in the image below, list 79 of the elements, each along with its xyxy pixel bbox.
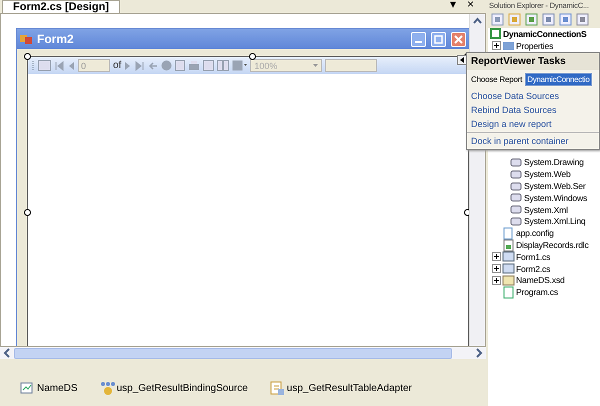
config-file-icon: [502, 226, 515, 240]
tree-item[interactable]: DynamicConnectionS: [503, 28, 586, 39]
print-layout-icon: [203, 60, 214, 71]
component-label[interactable]: usp_GetResultBindingSource: [116, 383, 248, 394]
close-button[interactable]: [451, 32, 466, 46]
find-field[interactable]: [325, 59, 378, 72]
smart-tag-button[interactable]: [457, 55, 467, 65]
task-link[interactable]: Design a new report: [467, 117, 599, 131]
maximize-button[interactable]: [431, 32, 446, 46]
tree-item[interactable]: Program.cs: [516, 287, 558, 298]
tree-item[interactable]: System.Drawing: [524, 157, 584, 168]
tree-item[interactable]: System.Xml.Linq: [524, 216, 586, 226]
grip-icon: [32, 60, 35, 72]
resize-handle[interactable]: [24, 209, 31, 216]
tree-item[interactable]: System.Windows: [524, 192, 588, 203]
document-tab[interactable]: Form2.cs [Design]: [2, 0, 120, 13]
reference-icon: [510, 214, 523, 228]
back-icon: [148, 60, 158, 70]
dataset-icon: [20, 381, 35, 396]
tree-item[interactable]: System.Web.Ser: [524, 181, 586, 192]
project-icon: [489, 27, 502, 40]
component-label[interactable]: NameDS: [37, 383, 78, 394]
printer-icon: [188, 60, 200, 71]
tree-item[interactable]: Properties: [516, 40, 554, 51]
previous-page-icon: [67, 60, 75, 70]
reference-icon: [510, 168, 523, 181]
of-label: of: [113, 60, 122, 71]
stop-icon: [161, 60, 172, 71]
resize-handle[interactable]: [249, 53, 256, 60]
reference-icon: [510, 203, 523, 216]
tree-item[interactable]: NameDS.xsd: [516, 275, 565, 286]
minimize-icon: [415, 41, 422, 43]
tab-menu-button[interactable]: ▾: [450, 0, 456, 11]
save-icon: [232, 60, 248, 71]
form-file-icon: [502, 250, 515, 264]
folder-icon: [502, 39, 515, 52]
table-adapter-icon: [270, 381, 285, 396]
task-link[interactable]: Dock in parent container: [467, 132, 599, 149]
report-dropdown[interactable]: DynamicConnectio: [525, 73, 592, 86]
scroll-thumb[interactable]: [14, 348, 452, 358]
minimize-button[interactable]: [411, 32, 426, 46]
field-label: Choose Report: [471, 75, 522, 84]
tree-item[interactable]: System.Xml: [524, 204, 568, 215]
form-file-icon: [502, 262, 515, 276]
tree-item[interactable]: Form2.cs: [516, 264, 550, 274]
document-map-icon: [38, 60, 51, 71]
page-setup-icon: [217, 60, 230, 71]
component-label[interactable]: usp_GetResultTableAdapter: [286, 383, 412, 394]
reference-icon: [510, 180, 523, 193]
tree-item[interactable]: Form1.cs: [516, 252, 550, 262]
tree-item[interactable]: System.Web: [524, 169, 571, 180]
expand-icon[interactable]: [492, 264, 501, 274]
task-link[interactable]: Rebind Data Sources: [467, 103, 599, 117]
expand-icon[interactable]: [492, 252, 501, 262]
horizontal-scrollbar[interactable]: [0, 347, 486, 359]
task-link[interactable]: Choose Data Sources: [467, 89, 599, 103]
resize-handle[interactable]: [24, 53, 31, 60]
maximize-icon: [434, 34, 443, 44]
first-page-icon: [54, 60, 64, 70]
dropdown-arrow-icon: [313, 64, 318, 67]
close-button[interactable]: ×: [467, 0, 474, 11]
tree-item[interactable]: DisplayRecords.rdlc: [516, 240, 589, 250]
next-page-icon: [124, 60, 132, 70]
scroll-left-icon: [2, 348, 12, 358]
close-icon: [454, 34, 463, 44]
dataset-file-icon: [502, 274, 515, 287]
last-page-icon: [135, 60, 146, 70]
reference-icon: [510, 191, 523, 204]
tree-item[interactable]: app.config: [516, 228, 554, 238]
panel-title: ReportViewer Tasks: [467, 53, 599, 70]
expand-icon[interactable]: [492, 41, 501, 50]
code-file-icon: [502, 286, 515, 299]
scroll-right-icon: [474, 348, 484, 358]
form-icon: [20, 33, 32, 45]
report-file-icon: [502, 238, 515, 252]
reference-icon: [510, 156, 523, 169]
binding-source-icon: [100, 381, 115, 396]
expand-icon[interactable]: [492, 276, 501, 285]
form-title: Form2: [37, 32, 75, 46]
